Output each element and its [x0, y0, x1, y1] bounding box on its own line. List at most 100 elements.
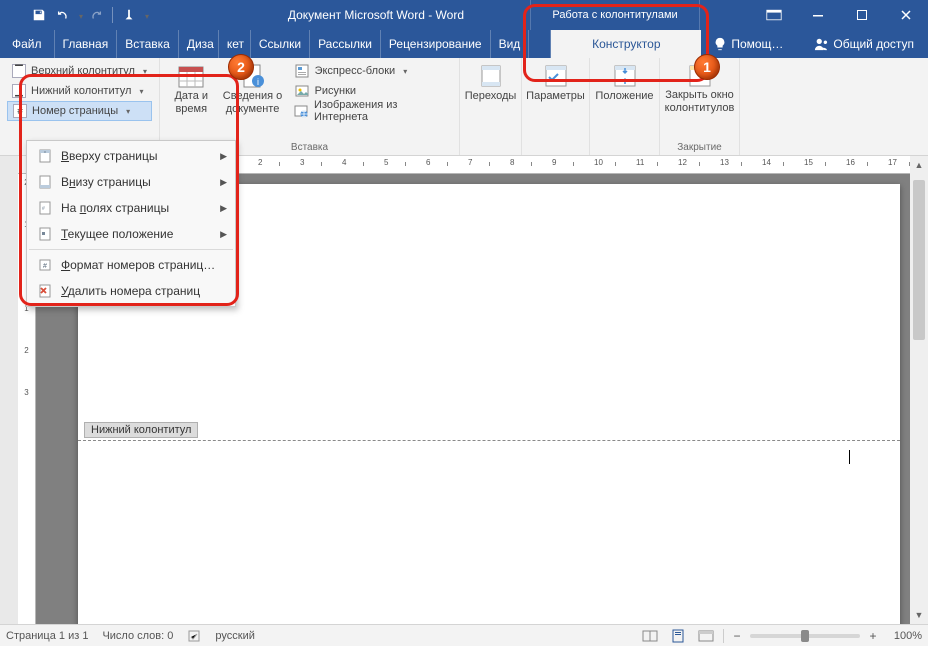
- svg-text:#: #: [43, 263, 47, 270]
- callout-badge-2: 2: [228, 54, 254, 80]
- tab-layout[interactable]: кет: [219, 30, 251, 58]
- submenu-arrow-icon: ▶: [220, 229, 227, 240]
- close-window-button[interactable]: [884, 0, 928, 30]
- maximize-button[interactable]: [840, 0, 884, 30]
- scroll-thumb[interactable]: [913, 180, 925, 340]
- date-time-button[interactable]: Дата и время: [164, 61, 218, 115]
- view-read-mode[interactable]: [639, 628, 661, 644]
- ruler-tick: 2: [258, 158, 262, 167]
- tab-mailings[interactable]: Рассылки: [310, 30, 381, 58]
- tab-review[interactable]: Рецензирование: [381, 30, 491, 58]
- quick-parts-button[interactable]: Экспресс-блоки: [289, 61, 455, 81]
- svg-text:i: i: [257, 77, 259, 87]
- separator: [112, 7, 113, 23]
- calendar-icon: [177, 63, 205, 89]
- chevron-down-icon: [123, 105, 130, 117]
- zoom-level[interactable]: 100%: [886, 630, 922, 642]
- dd-top-of-page[interactable]: # Вверху страницы ▶: [27, 143, 235, 169]
- footer-label: Нижний колонтитул: [31, 85, 131, 97]
- header-button[interactable]: ▔ Верхний колонтитул: [7, 61, 152, 81]
- quick-parts-icon: [294, 63, 310, 79]
- dd-page-margins[interactable]: # На полях страницы ▶: [27, 195, 235, 221]
- submenu-arrow-icon: ▶: [220, 177, 227, 188]
- group-position: Положение: [590, 58, 660, 155]
- tab-designer[interactable]: Конструктор: [551, 30, 701, 58]
- ruler-tick: 14: [762, 158, 771, 167]
- touch-mode-button[interactable]: [118, 4, 140, 26]
- ruler-tick: 3: [18, 388, 35, 397]
- chevron-down-icon: [140, 65, 147, 77]
- footer-button[interactable]: ▁ Нижний колонтитул: [7, 81, 152, 101]
- dd-margins-label: На полях страницы: [61, 201, 169, 215]
- tell-me-search[interactable]: Помощ…: [707, 30, 789, 58]
- view-web-layout[interactable]: [695, 628, 717, 644]
- vertical-scrollbar[interactable]: ▲ ▼: [910, 156, 928, 624]
- submenu-arrow-icon: ▶: [220, 151, 227, 162]
- options-button[interactable]: Параметры: [524, 61, 588, 103]
- dd-format-label: Формат номеров страниц…: [61, 258, 215, 272]
- navigation-button[interactable]: Переходы: [463, 61, 519, 103]
- online-pictures-button[interactable]: Изображения из Интернета: [289, 101, 455, 121]
- qat-customize-caret-icon[interactable]: [142, 6, 149, 24]
- scroll-down-button[interactable]: ▼: [910, 606, 928, 624]
- page-number-icon: #: [13, 104, 27, 118]
- position-button[interactable]: Положение: [592, 61, 658, 103]
- ruler-tick: 6: [426, 158, 430, 167]
- ruler-pad: [0, 156, 18, 624]
- save-icon: [32, 8, 46, 22]
- share-button[interactable]: Общий доступ: [806, 30, 922, 58]
- callout-badge-1: 1: [694, 54, 720, 80]
- undo-button[interactable]: [52, 4, 74, 26]
- dd-format-page-numbers[interactable]: # Формат номеров страниц…: [27, 252, 235, 278]
- zoom-slider[interactable]: [750, 634, 860, 638]
- scroll-up-button[interactable]: ▲: [910, 156, 928, 174]
- dd-remove-page-numbers[interactable]: Удалить номера страниц: [27, 278, 235, 304]
- undo-caret-icon[interactable]: [76, 6, 83, 24]
- view-print-layout[interactable]: [667, 628, 689, 644]
- dd-bottom-label: Внизу страницы: [61, 175, 151, 189]
- ruler-tick: 11: [636, 158, 644, 167]
- lightbulb-icon: [713, 37, 727, 51]
- page-number-button[interactable]: # Номер страницы: [7, 101, 152, 121]
- footer-icon: ▁: [12, 84, 26, 98]
- status-language[interactable]: русский: [215, 630, 254, 642]
- tab-insert[interactable]: Вставка: [117, 30, 179, 58]
- group-close-label: Закрытие: [660, 142, 739, 153]
- maximize-icon: [856, 9, 868, 21]
- status-word-count[interactable]: Число слов: 0: [102, 630, 173, 642]
- zoom-in-button[interactable]: +: [866, 629, 880, 643]
- footer-region-label: Нижний колонтитул: [84, 422, 198, 438]
- ruler-tick: 9: [552, 158, 556, 167]
- tab-home[interactable]: Главная: [55, 30, 118, 58]
- contextual-tab-label: Работа с колонтитулами: [530, 0, 700, 30]
- redo-button[interactable]: [85, 4, 107, 26]
- ruler-tick: 15: [804, 158, 813, 167]
- position-icon: [611, 64, 639, 88]
- tab-view[interactable]: Вид: [491, 30, 530, 58]
- status-page[interactable]: Страница 1 из 1: [6, 630, 88, 642]
- date-time-label: Дата и время: [166, 90, 216, 115]
- chevron-down-icon: [400, 65, 407, 77]
- tab-references[interactable]: Ссылки: [251, 30, 310, 58]
- dd-current-position[interactable]: Текущее положение ▶: [27, 221, 235, 247]
- pictures-button[interactable]: Рисунки: [289, 81, 455, 101]
- ruler-tick: 12: [678, 158, 687, 167]
- online-pictures-label: Изображения из Интернета: [314, 99, 450, 123]
- text-cursor: [849, 450, 850, 464]
- header-icon: ▔: [12, 64, 26, 78]
- page-margins-icon: #: [37, 200, 53, 216]
- tab-file[interactable]: Файл: [0, 30, 55, 58]
- save-button[interactable]: [28, 4, 50, 26]
- zoom-out-button[interactable]: −: [730, 629, 744, 643]
- status-spellcheck-icon[interactable]: [187, 629, 201, 643]
- tab-design[interactable]: Диза: [179, 30, 219, 58]
- page-number-dropdown: # Вверху страницы ▶ Внизу страницы ▶ # Н…: [26, 140, 236, 307]
- options-icon: [543, 64, 569, 88]
- dd-bottom-of-page[interactable]: Внизу страницы ▶: [27, 169, 235, 195]
- touch-icon: [122, 8, 136, 22]
- minimize-button[interactable]: [796, 0, 840, 30]
- navigation-icon: [477, 64, 505, 88]
- ribbon-options-button[interactable]: [752, 0, 796, 30]
- remove-icon: [37, 283, 53, 299]
- submenu-arrow-icon: ▶: [220, 203, 227, 214]
